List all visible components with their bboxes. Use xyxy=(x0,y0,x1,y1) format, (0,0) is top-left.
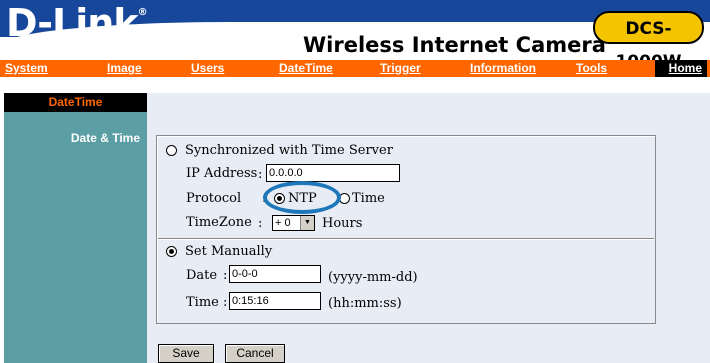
ip-address-label: IP Address xyxy=(186,166,258,181)
timezone-value: + 0 xyxy=(275,217,291,229)
main-nav: System Image Users DateTime Trigger Info… xyxy=(0,60,710,77)
time-input[interactable]: 0:15:16 xyxy=(229,292,321,310)
time-label: Time xyxy=(186,295,219,310)
nav-datetime[interactable]: DateTime xyxy=(279,60,333,77)
set-manually-label: Set Manually xyxy=(185,244,273,259)
date-input[interactable]: 0-0-0 xyxy=(229,265,321,283)
chevron-down-icon[interactable]: ▼ xyxy=(300,216,314,230)
timezone-unit: Hours xyxy=(322,216,363,231)
model-badge: DCS-1000W xyxy=(593,11,704,60)
highlight-circle xyxy=(263,181,341,214)
protocol-label: Protocol xyxy=(186,191,242,206)
date-colon: : xyxy=(223,268,228,283)
nav-image[interactable]: Image xyxy=(107,60,142,77)
nav-users[interactable]: Users xyxy=(191,60,224,77)
sidebar-label-date-time: Date & Time xyxy=(70,131,140,145)
cancel-button[interactable]: Cancel xyxy=(225,344,285,363)
nav-system[interactable]: System xyxy=(5,60,48,77)
date-label: Date xyxy=(186,268,218,283)
time-format-hint: (hh:mm:ss) xyxy=(328,296,402,311)
sync-server-radio[interactable] xyxy=(166,145,177,156)
product-title: Wireless Internet Camera xyxy=(303,33,606,57)
date-format-hint: (yyyy-mm-dd) xyxy=(328,270,418,285)
protocol-time-label: Time xyxy=(352,191,385,206)
set-manually-radio[interactable] xyxy=(166,246,177,257)
timezone-select[interactable]: + 0 ▼ xyxy=(272,215,315,231)
time-colon: : xyxy=(223,295,228,310)
fieldset-divider xyxy=(158,238,654,240)
ip-address-input[interactable]: 0.0.0.0 xyxy=(266,164,400,182)
ip-colon: : xyxy=(258,167,263,182)
save-button[interactable]: Save xyxy=(158,344,214,363)
sidebar-section-title: DateTime xyxy=(4,93,147,112)
logo-registered-mark: ® xyxy=(137,7,148,18)
nav-home[interactable]: Home xyxy=(654,60,707,77)
timezone-label: TimeZone xyxy=(186,215,252,230)
dlink-logo: D-Link® xyxy=(6,1,148,45)
nav-information[interactable]: Information xyxy=(470,60,536,77)
header-banner: D-Link® Wireless Internet Camera DCS-100… xyxy=(0,0,710,60)
sync-server-label: Synchronized with Time Server xyxy=(185,143,393,158)
nav-tools[interactable]: Tools xyxy=(576,60,607,77)
logo-text: D-Link xyxy=(6,1,139,45)
timezone-colon: : xyxy=(258,216,263,231)
nav-trigger[interactable]: Trigger xyxy=(380,60,421,77)
